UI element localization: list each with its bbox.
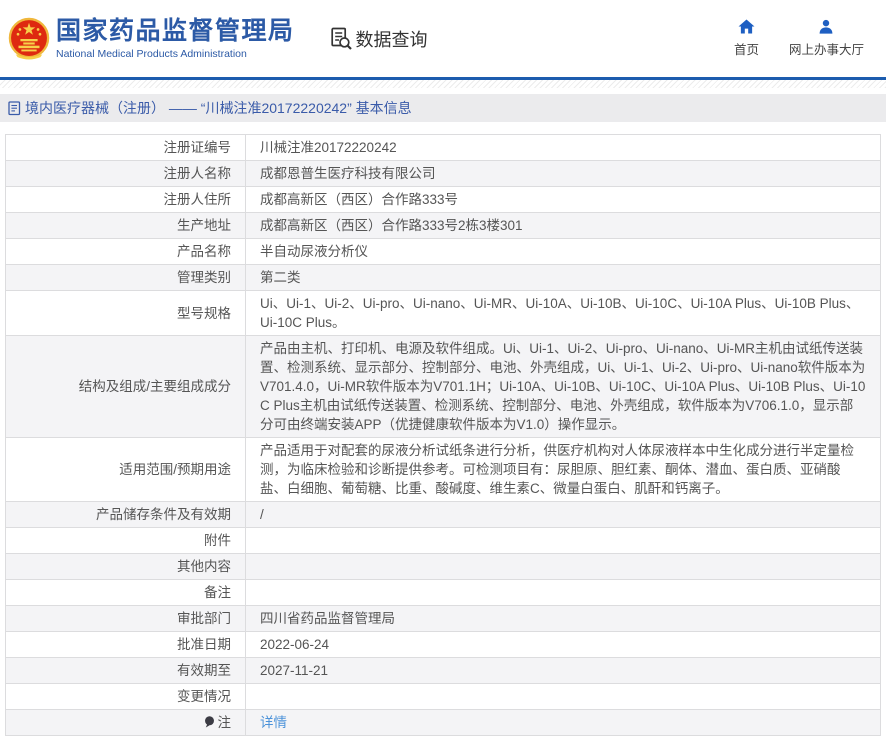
table-row: 产品储存条件及有效期/ — [6, 502, 881, 528]
table-row: 其他内容 — [6, 554, 881, 580]
table-row: 注册人住所成都高新区（西区）合作路333号 — [6, 187, 881, 213]
row-value: 川械注准20172220242 — [246, 135, 881, 161]
table-row: 审批部门四川省药品监督管理局 — [6, 606, 881, 632]
agency-logo-block: 国家药品监督管理局 National Medical Products Admi… — [8, 16, 295, 62]
row-value: 半自动尿液分析仪 — [246, 239, 881, 265]
row-value: / — [246, 502, 881, 528]
row-label: 产品储存条件及有效期 — [6, 502, 246, 528]
row-value: 成都高新区（西区）合作路333号 — [246, 187, 881, 213]
row-value: Ui、Ui-1、Ui-2、Ui-pro、Ui-nano、Ui-MR、Ui-10A… — [246, 291, 881, 336]
table-row: 生产地址成都高新区（西区）合作路333号2栋3楼301 — [6, 213, 881, 239]
row-value: 成都恩普生医疗科技有限公司 — [246, 161, 881, 187]
row-label: 适用范围/预期用途 — [6, 438, 246, 502]
row-value: 详情 — [246, 710, 881, 736]
row-label: 管理类别 — [6, 265, 246, 291]
table-row: 备注 — [6, 580, 881, 606]
nav-item-home[interactable]: 首页 — [734, 19, 759, 58]
row-label: 注 — [6, 710, 246, 736]
table-row: 批准日期2022-06-24 — [6, 632, 881, 658]
row-label: 变更情况 — [6, 684, 246, 710]
row-label: 产品名称 — [6, 239, 246, 265]
row-label: 附件 — [6, 528, 246, 554]
nav-item-service-hall[interactable]: 网上办事大厅 — [789, 19, 864, 58]
data-query-button[interactable]: 数据查询 — [329, 26, 428, 52]
row-label: 有效期至 — [6, 658, 246, 684]
row-value — [246, 528, 881, 554]
table-row: 附件 — [6, 528, 881, 554]
user-icon — [818, 19, 834, 34]
breadcrumb-text: 境内医疗器械（注册） —— “川械注准20172220242” 基本信息 — [25, 98, 412, 118]
row-value: 产品适用于对配套的尿液分析试纸条进行分析，供医疗机构对人体尿液样本中生化成分进行… — [246, 438, 881, 502]
row-label: 结构及组成/主要组成成分 — [6, 336, 246, 438]
row-value: 2022-06-24 — [246, 632, 881, 658]
hatch-strip — [0, 80, 886, 88]
table-row: 适用范围/预期用途产品适用于对配套的尿液分析试纸条进行分析，供医疗机构对人体尿液… — [6, 438, 881, 502]
breadcrumb: 境内医疗器械（注册） —— “川械注准20172220242” 基本信息 — [0, 94, 886, 122]
row-value: 成都高新区（西区）合作路333号2栋3楼301 — [246, 213, 881, 239]
row-value: 四川省药品监督管理局 — [246, 606, 881, 632]
table-row: 型号规格Ui、Ui-1、Ui-2、Ui-pro、Ui-nano、Ui-MR、Ui… — [6, 291, 881, 336]
detail-link[interactable]: 详情 — [260, 715, 287, 730]
data-query-icon — [329, 26, 353, 51]
table-row: 结构及组成/主要组成成分产品由主机、打印机、电源及软件组成。Ui、Ui-1、Ui… — [6, 336, 881, 438]
document-icon — [8, 101, 21, 116]
header-nav: 首页 网上办事大厅 — [734, 19, 886, 58]
row-label: 注册人住所 — [6, 187, 246, 213]
row-label: 注册证编号 — [6, 135, 246, 161]
info-table-body: 注册证编号川械注准20172220242注册人名称成都恩普生医疗科技有限公司注册… — [6, 135, 881, 736]
info-table: 注册证编号川械注准20172220242注册人名称成都恩普生医疗科技有限公司注册… — [5, 134, 881, 736]
row-value — [246, 580, 881, 606]
home-icon — [738, 19, 755, 34]
row-value — [246, 554, 881, 580]
nav-home-label: 首页 — [734, 39, 759, 58]
page-header: 国家药品监督管理局 National Medical Products Admi… — [0, 0, 886, 77]
table-row: 注册证编号川械注准20172220242 — [6, 135, 881, 161]
row-label: 生产地址 — [6, 213, 246, 239]
table-row: 变更情况 — [6, 684, 881, 710]
note-icon — [204, 716, 215, 728]
row-value: 产品由主机、打印机、电源及软件组成。Ui、Ui-1、Ui-2、Ui-pro、Ui… — [246, 336, 881, 438]
row-value: 2027-11-21 — [246, 658, 881, 684]
row-label: 注册人名称 — [6, 161, 246, 187]
table-wrap: 注册证编号川械注准20172220242注册人名称成都恩普生医疗科技有限公司注册… — [5, 134, 881, 736]
national-emblem-icon — [8, 16, 50, 62]
row-label: 型号规格 — [6, 291, 246, 336]
table-row: 有效期至2027-11-21 — [6, 658, 881, 684]
agency-text: 国家药品监督管理局 National Medical Products Admi… — [56, 17, 295, 60]
nav-service-hall-label: 网上办事大厅 — [789, 39, 864, 58]
row-label: 其他内容 — [6, 554, 246, 580]
row-value — [246, 684, 881, 710]
agency-subtitle: National Medical Products Administration — [56, 48, 295, 60]
row-label: 审批部门 — [6, 606, 246, 632]
row-value: 第二类 — [246, 265, 881, 291]
row-label: 批准日期 — [6, 632, 246, 658]
row-label: 备注 — [6, 580, 246, 606]
agency-title: 国家药品监督管理局 — [56, 17, 295, 46]
data-query-label: 数据查询 — [356, 26, 428, 52]
table-row: 注册人名称成都恩普生医疗科技有限公司 — [6, 161, 881, 187]
table-row: 注详情 — [6, 710, 881, 736]
table-row: 管理类别第二类 — [6, 265, 881, 291]
table-row: 产品名称半自动尿液分析仪 — [6, 239, 881, 265]
